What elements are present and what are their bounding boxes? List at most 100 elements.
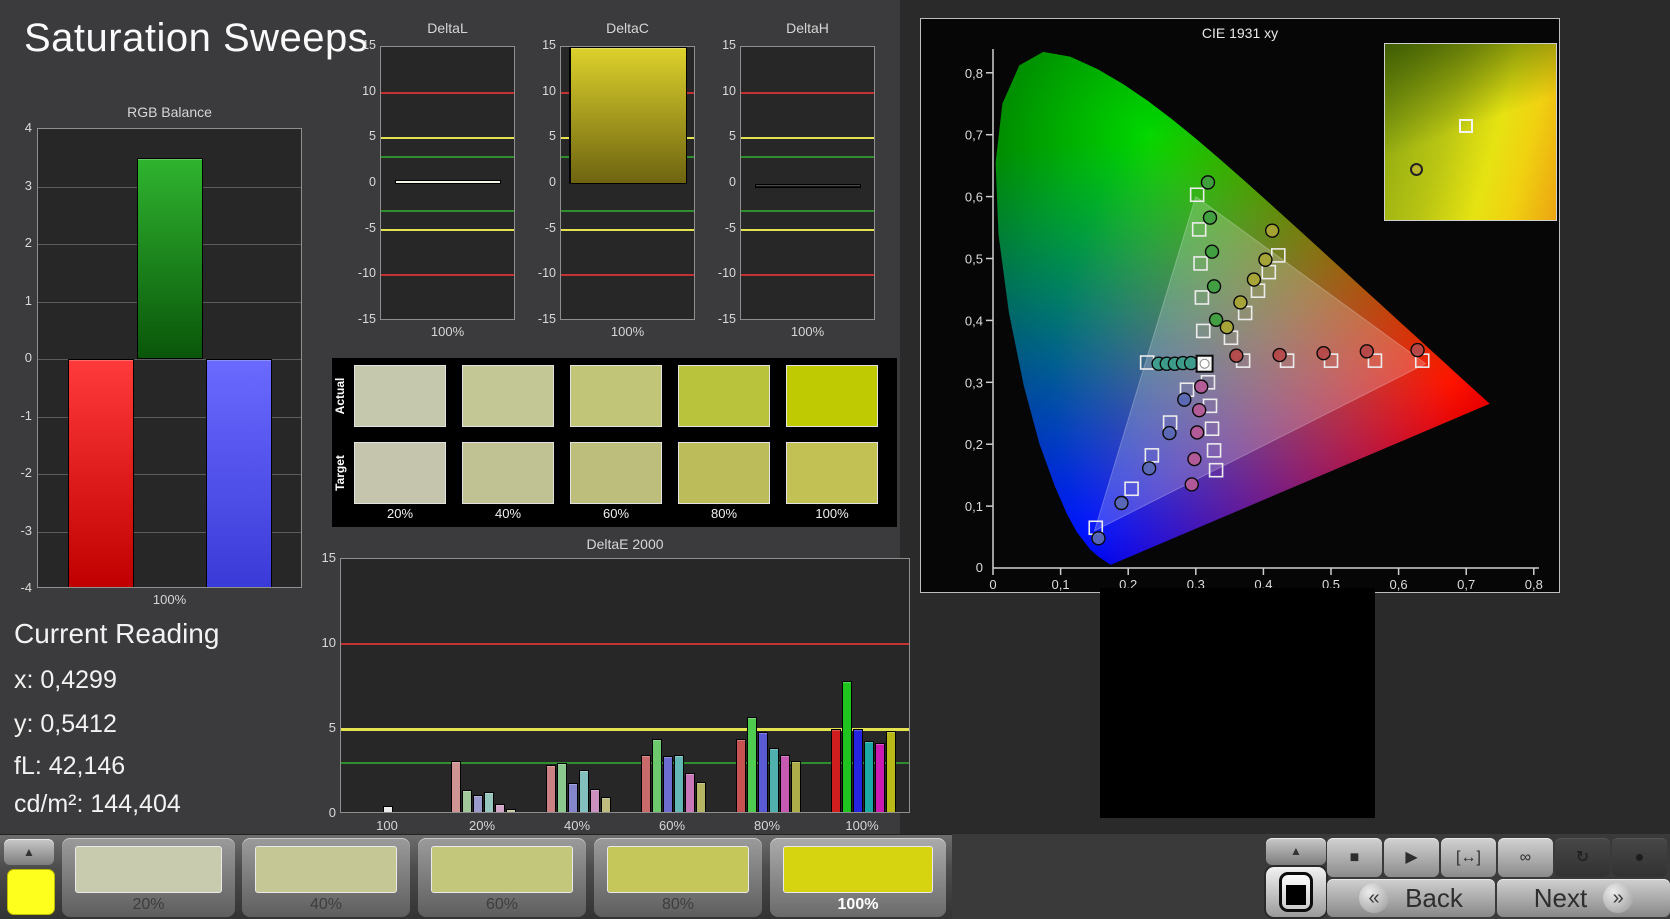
y-tick-label: -1 — [0, 408, 32, 423]
deltae-bar — [495, 804, 505, 813]
x-group-label: 100% — [832, 818, 892, 833]
cie-zoom-inset — [1384, 43, 1557, 221]
transport-loop-continuous-button[interactable]: ∞ — [1498, 838, 1553, 877]
measured-marker-magenta — [1195, 380, 1208, 393]
transport-record-button[interactable]: ● — [1612, 838, 1667, 877]
sample-button-20%[interactable]: 20% — [62, 838, 235, 917]
back-button[interactable]: « Back — [1327, 879, 1495, 917]
svg-text:0,4: 0,4 — [965, 313, 983, 328]
svg-text:0,2: 0,2 — [965, 437, 983, 452]
delta-l-bar — [395, 180, 501, 184]
pattern-scroll-up-button[interactable]: ▲ — [1266, 838, 1326, 865]
reference-line — [741, 137, 874, 139]
y-tick-label: 0 — [706, 175, 736, 189]
deltae-bar — [791, 761, 801, 813]
measured-marker-green — [1203, 211, 1216, 224]
scroll-up-button[interactable]: ▲ — [4, 839, 54, 865]
next-button[interactable]: Next » — [1497, 879, 1670, 917]
sample-button-80%[interactable]: 80% — [594, 838, 762, 917]
y-tick-label: 10 — [300, 635, 336, 650]
pattern-window-icon-fill — [1286, 885, 1306, 905]
play-icon: ▶ — [1384, 838, 1439, 877]
sample-button-60%[interactable]: 60% — [418, 838, 586, 917]
rgb-bar-blue — [206, 359, 272, 588]
y-tick-label: 0 — [300, 805, 336, 820]
deltae-bar — [736, 739, 746, 813]
inset-measured-marker — [1410, 163, 1423, 176]
x-group-label: 100 — [357, 818, 417, 833]
svg-text:0,6: 0,6 — [965, 190, 983, 205]
y-tick-label: 15 — [706, 38, 736, 52]
y-tick-label: 5 — [300, 720, 336, 735]
deltae-bar — [590, 789, 600, 814]
measured-marker-magenta — [1185, 478, 1198, 491]
page-title: Saturation Sweeps — [24, 16, 368, 61]
current-reading-heading: Current Reading — [14, 618, 219, 650]
measured-marker-red — [1360, 345, 1373, 358]
current-point-dot — [1200, 359, 1209, 368]
deltae-bar — [875, 743, 885, 813]
calman-saturation-sweeps-screen: Saturation Sweeps RGB Balance 100% 43210… — [0, 0, 1670, 919]
transport-step-range-button[interactable]: [↔] — [1441, 838, 1496, 877]
delta-c-bar — [569, 47, 687, 184]
delta-e2000-chart: DeltaE 2000 15105010020%40%60%80%100% — [300, 532, 930, 837]
measured-marker-magenta — [1193, 404, 1206, 417]
current-reading-cdm2: cd/m²: 144,404 — [14, 790, 181, 819]
transport-refresh-button[interactable]: ↻ — [1555, 838, 1610, 877]
actual-swatch-20% — [354, 365, 446, 427]
measured-marker-red — [1230, 349, 1243, 362]
pattern-window-toggle[interactable] — [1266, 867, 1326, 917]
deltae-bar — [886, 731, 896, 813]
delta-h-xlabel: 100% — [740, 324, 875, 339]
back-label: Back — [1405, 883, 1463, 914]
measured-marker-green — [1206, 245, 1219, 258]
stop-icon: ■ — [1327, 838, 1382, 877]
deltae-bar — [831, 729, 841, 813]
column-label: 40% — [462, 506, 554, 521]
deltae-bar — [601, 797, 611, 813]
measured-marker-yellow — [1247, 273, 1260, 286]
reference-line — [381, 137, 514, 139]
transport-play-button[interactable]: ▶ — [1384, 838, 1439, 877]
y-tick-label: 10 — [706, 84, 736, 98]
step-range-icon: [↔] — [1441, 838, 1496, 877]
x-group-label: 40% — [547, 818, 607, 833]
measured-marker-blue — [1143, 462, 1156, 475]
delta-h-bar — [755, 184, 861, 188]
measured-marker-green — [1201, 176, 1214, 189]
reference-line — [741, 210, 874, 212]
deltae-bar — [579, 770, 589, 813]
column-label: 80% — [678, 506, 770, 521]
sample-button-40%[interactable]: 40% — [242, 838, 410, 917]
target-swatch-80% — [678, 442, 770, 504]
current-reading-y: y: 0,5412 — [14, 710, 117, 739]
y-tick-label: 3 — [0, 178, 32, 193]
sample-swatch-100% — [783, 846, 933, 893]
svg-text:0,3: 0,3 — [965, 375, 983, 390]
deltae-bar — [568, 783, 578, 813]
sample-button-100%[interactable]: 100% — [770, 838, 946, 917]
y-tick-label: 5 — [346, 129, 376, 143]
transport-stop-button[interactable]: ■ — [1327, 838, 1382, 877]
deltae-bar — [663, 756, 673, 813]
measured-marker-red — [1317, 347, 1330, 360]
pattern-preview-window — [1100, 588, 1375, 818]
deltae-bar — [484, 792, 494, 813]
delta-h-chart: DeltaH 100% 151050-5-10-15 — [706, 18, 881, 338]
deltae-bar — [383, 806, 393, 814]
sample-swatch-80% — [607, 846, 749, 893]
back-chevron-icon: « — [1359, 883, 1389, 913]
svg-text:0,7: 0,7 — [1457, 577, 1475, 592]
reference-line — [341, 643, 909, 645]
deltae-bar — [685, 773, 695, 813]
current-color-swatch[interactable] — [7, 869, 55, 915]
reference-line — [741, 156, 874, 158]
y-tick-label: 15 — [346, 38, 376, 52]
rgb-bar-red — [68, 359, 134, 588]
svg-text:0,7: 0,7 — [965, 128, 983, 143]
loop-continuous-icon: ∞ — [1498, 838, 1553, 877]
rgb-balance-chart: RGB Balance 100% 43210-1-2-3-4 — [0, 100, 312, 615]
saturation-swatch-grid: Actual Target 20%40%60%80%100% — [332, 358, 897, 527]
target-row-label: Target — [333, 443, 347, 503]
svg-text:0: 0 — [976, 560, 983, 575]
